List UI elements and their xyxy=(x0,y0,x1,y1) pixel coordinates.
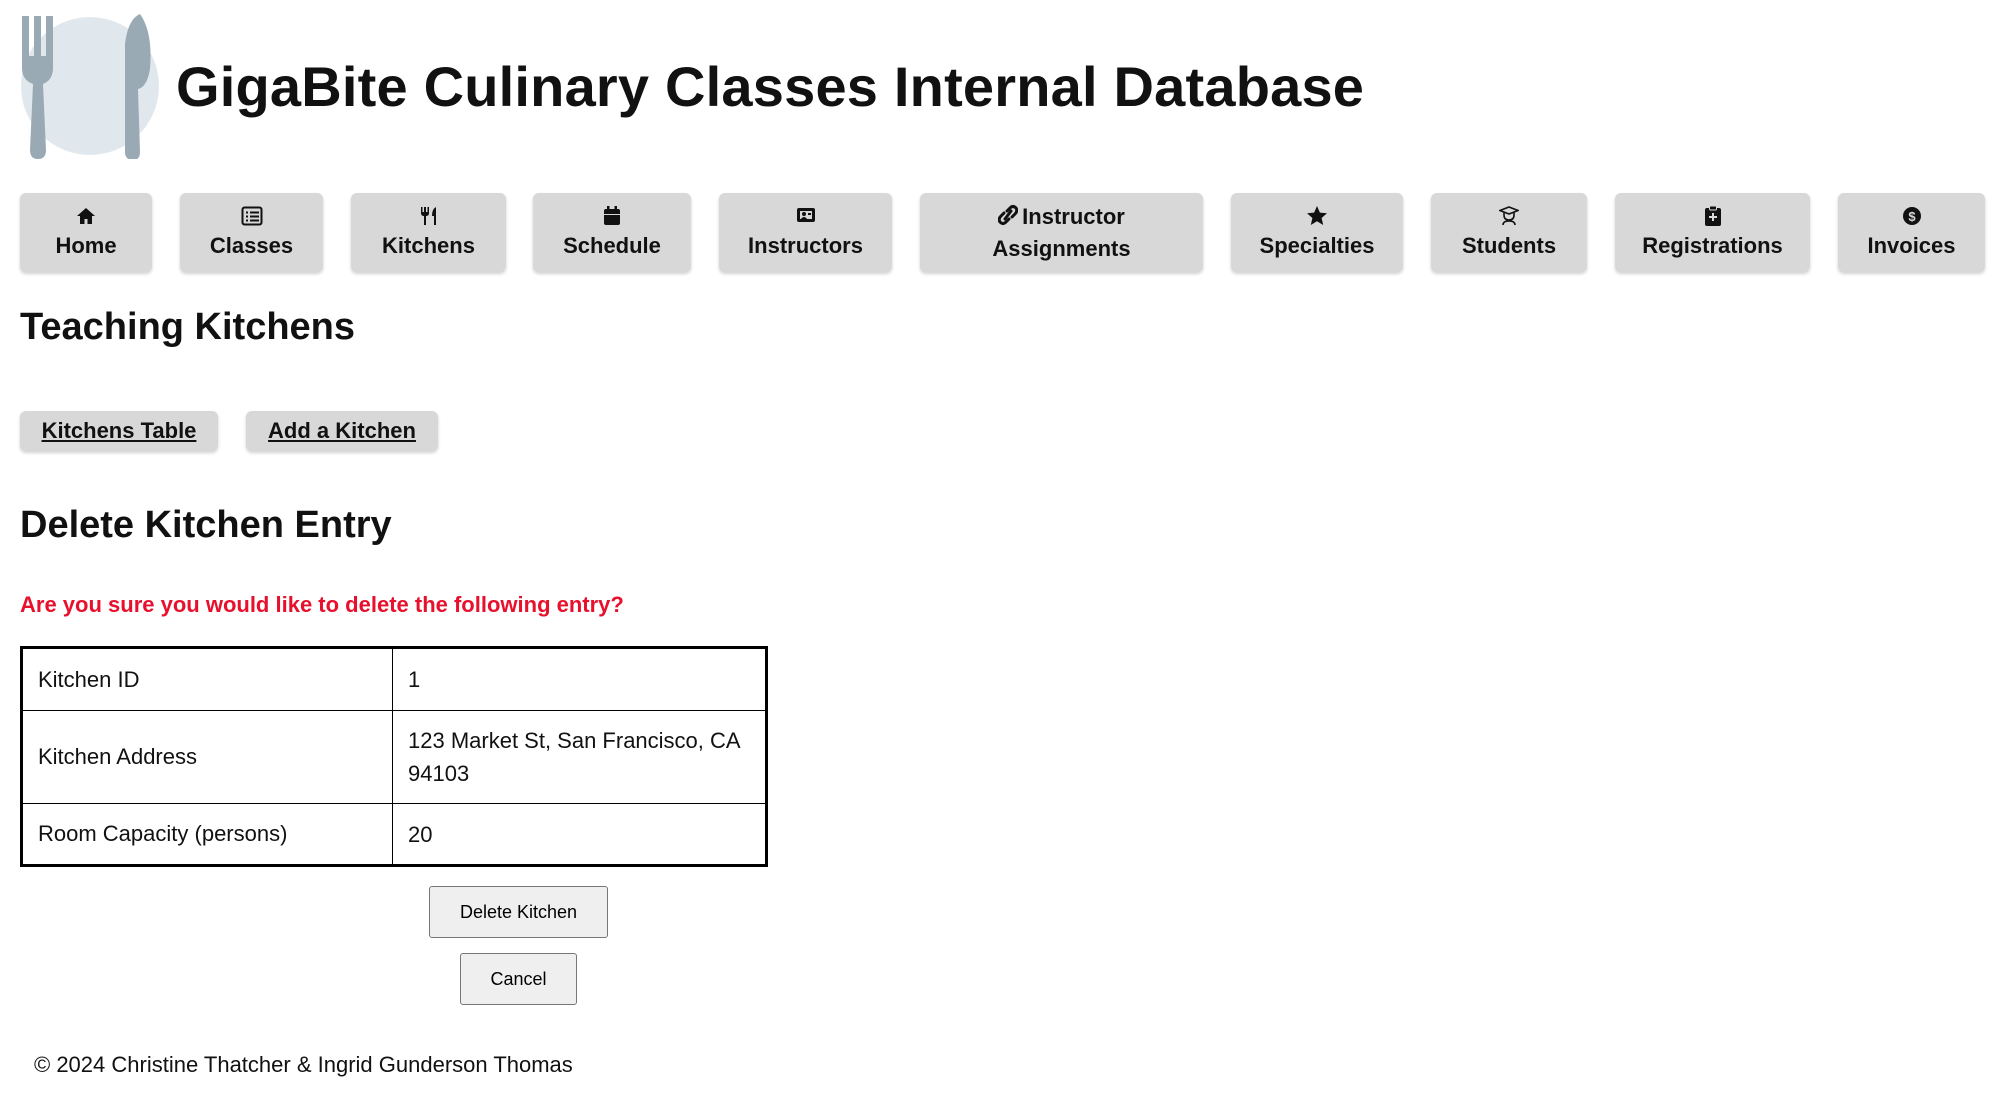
nav-kitchens-label: Kitchens xyxy=(382,232,475,258)
address-line1: 123 Market St, San Francisco, CA xyxy=(408,728,741,753)
main-nav: Home Classes Kitchens Schedule Instructo xyxy=(20,193,1985,272)
utensils-icon xyxy=(420,206,438,226)
chalkboard-icon xyxy=(796,206,816,226)
site-title: GigaBite Culinary Classes Internal Datab… xyxy=(176,55,1365,118)
star-icon xyxy=(1306,205,1328,226)
nav-instructor-assignments-label: Instructor Assignments xyxy=(992,201,1130,265)
link-icon xyxy=(998,204,1019,226)
nav-home[interactable]: Home xyxy=(20,193,152,272)
page: GigaBite Culinary Classes Internal Datab… xyxy=(0,0,1999,1099)
nav-home-label: Home xyxy=(55,232,117,258)
site-header: GigaBite Culinary Classes Internal Datab… xyxy=(20,14,1364,159)
nav-invoices-label: Invoices xyxy=(1867,232,1956,258)
dollar-icon: $ xyxy=(1902,206,1922,226)
nav-instructor-assignments[interactable]: Instructor Assignments xyxy=(920,193,1203,272)
nav-instructor-assignments-line2: Assignments xyxy=(992,235,1131,261)
table-row: Kitchen Address 123 Market St, San Franc… xyxy=(21,710,767,804)
cancel-button[interactable]: Cancel xyxy=(460,953,577,1005)
graduate-icon xyxy=(1499,205,1519,226)
row-key: Room Capacity (persons) xyxy=(21,803,393,866)
nav-instructor-assignments-line1: Instructor xyxy=(1022,203,1125,229)
nav-classes[interactable]: Classes xyxy=(180,193,323,272)
nav-schedule[interactable]: Schedule xyxy=(533,193,691,272)
nav-specialties-label: Specialties xyxy=(1259,232,1375,258)
nav-kitchens[interactable]: Kitchens xyxy=(351,193,506,272)
nav-specialties[interactable]: Specialties xyxy=(1231,193,1403,272)
nav-registrations-label: Registrations xyxy=(1642,232,1783,258)
nav-schedule-label: Schedule xyxy=(563,232,661,258)
delete-kitchen-button[interactable]: Delete Kitchen xyxy=(429,886,608,938)
list-icon xyxy=(241,206,263,226)
row-value: 1 xyxy=(392,647,767,711)
nav-students[interactable]: Students xyxy=(1431,193,1587,272)
row-value: 123 Market St, San Francisco, CA 94103 xyxy=(392,710,767,804)
nav-instructors-label: Instructors xyxy=(748,232,863,258)
nav-instructors[interactable]: Instructors xyxy=(719,193,892,272)
nav-classes-label: Classes xyxy=(209,232,294,258)
row-value: 20 xyxy=(392,803,767,866)
nav-registrations[interactable]: Registrations xyxy=(1615,193,1810,272)
footer-copyright: © 2024 Christine Thatcher & Ingrid Gunde… xyxy=(34,1052,573,1077)
clipboard-icon xyxy=(1704,205,1722,226)
row-key: Kitchen ID xyxy=(21,647,393,711)
delete-title: Delete Kitchen Entry xyxy=(20,504,392,546)
svg-text:$: $ xyxy=(1908,209,1916,224)
fork-knife-plate-icon xyxy=(20,14,160,159)
kitchens-table-link[interactable]: Kitchens Table xyxy=(20,411,218,451)
home-icon xyxy=(76,206,96,226)
section-title: Teaching Kitchens xyxy=(20,306,356,348)
nav-students-label: Students xyxy=(1461,232,1557,258)
address-line2: 94103 xyxy=(408,761,470,786)
table-row: Kitchen ID 1 xyxy=(21,647,767,711)
kitchen-details-table: Kitchen ID 1 Kitchen Address 123 Market … xyxy=(20,646,768,867)
nav-invoices[interactable]: $ Invoices xyxy=(1838,193,1985,272)
calendar-icon xyxy=(603,205,621,226)
delete-warning: Are you sure you would like to delete th… xyxy=(20,592,624,617)
table-row: Room Capacity (persons) 20 xyxy=(21,803,767,866)
row-key: Kitchen Address xyxy=(21,710,393,804)
add-kitchen-link[interactable]: Add a Kitchen xyxy=(246,411,438,451)
